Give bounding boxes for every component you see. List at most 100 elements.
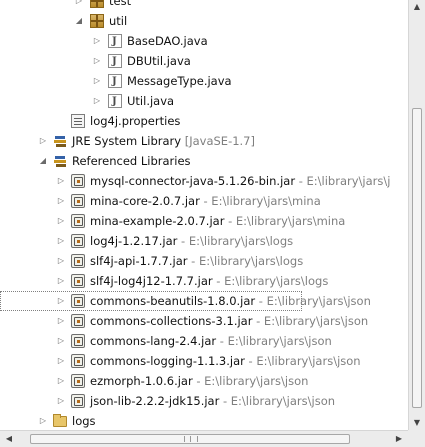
scroll-left-icon[interactable]: ◀ [2,431,16,447]
chevron-right-icon[interactable]: ▷ [91,91,103,111]
chevron-right-icon[interactable]: ▷ [55,231,67,251]
library-icon [53,134,67,148]
tree-item-jar[interactable]: ▷ commons-beanutils-1.8.0.jar - E:\librar… [0,291,371,311]
jar-icon [71,314,85,328]
tree-item-label: commons-collections-3.1.jar - E:\library… [90,311,368,331]
tree-item-label: ezmorph-1.0.6.jar - E:\library\jars\json [90,371,308,391]
jar-icon [71,334,85,348]
tree-item-label: mina-core-2.0.7.jar - E:\library\jars\mi… [90,191,321,211]
jre-label: JRE System Library [72,134,182,148]
jar-name: mina-core-2.0.7.jar [90,194,200,208]
jar-path: - E:\library\jars\logs [212,274,329,288]
jar-name: mina-example-2.0.7.jar [90,214,225,228]
chevron-right-icon[interactable]: ▷ [91,51,103,71]
jar-path: - E:\library\jars\json [216,334,332,348]
jar-name: json-lib-2.2.2-jdk15.jar [90,394,220,408]
package-icon [90,0,104,8]
tree-item-label: MessageType.java [127,74,232,88]
jar-icon [71,374,85,388]
jar-path: - E:\library\jars\mina [199,194,321,208]
chevron-right-icon[interactable]: ▷ [55,391,67,411]
tree-item-label: json-lib-2.2.2-jdk15.jar - E:\library\ja… [90,391,335,411]
jar-icon [71,174,85,188]
chevron-right-icon[interactable]: ▷ [55,291,67,311]
properties-file-icon [71,114,85,128]
tree-item-label: util [109,14,128,28]
tree-item-label: mina-example-2.0.7.jar - E:\library\jars… [90,211,345,231]
library-icon [53,154,67,168]
jar-icon [71,274,85,288]
tree-item-label: slf4j-api-1.7.7.jar - E:\library\jars\lo… [90,251,303,271]
chevron-right-icon[interactable]: ▷ [37,131,49,151]
chevron-right-icon[interactable]: ▷ [55,311,67,331]
jar-path: - E:\library\jars\json [219,394,336,408]
jar-name: slf4j-log4j12-1.7.7.jar [90,274,213,288]
vertical-scrollbar[interactable]: ▲ ▼ [408,0,425,430]
jar-path: - E:\library\jars\j [295,174,391,188]
jar-path: - E:\library\jars\json [252,314,369,328]
jar-name: slf4j-api-1.7.7.jar [90,254,188,268]
chevron-right-icon[interactable]: ▷ [55,211,67,231]
chevron-down-icon[interactable]: ◢ [37,151,49,171]
chevron-right-icon[interactable]: ▷ [37,411,49,429]
tree-item-label: Util.java [127,94,175,108]
tree-item-label: log4j-1.2.17.jar - E:\library\jars\logs [90,231,293,251]
tree-item-label: DBUtil.java [127,54,191,68]
jar-icon [71,194,85,208]
chevron-right-icon[interactable]: ▷ [73,0,85,11]
java-file-icon: J [108,74,122,88]
jar-path: - E:\library\jars\mina [224,214,346,228]
chevron-right-icon[interactable]: ▷ [55,251,67,271]
java-file-icon: J [108,54,122,68]
chevron-right-icon[interactable]: ▷ [55,171,67,191]
chevron-down-icon[interactable]: ◢ [73,11,85,31]
tree-item-label: log4j.properties [90,114,181,128]
jar-path: - E:\library\jars\json [244,354,361,368]
scroll-down-icon[interactable]: ▼ [409,416,425,430]
scrollbar-corner [408,430,425,447]
chevron-right-icon[interactable]: ▷ [91,31,103,51]
chevron-right-icon[interactable]: ▷ [91,71,103,91]
horizontal-scroll-thumb[interactable] [30,434,350,444]
jre-version: [JavaSE-1.7] [184,134,255,148]
tree-item-label: commons-lang-2.4.jar - E:\library\jars\j… [90,331,332,351]
tree-item-label: test [109,0,132,8]
jar-icon [71,394,85,408]
java-file-icon: J [108,34,122,48]
jar-path: - E:\library\jars\json [192,374,309,388]
tree-item-label: mysql-connector-java-5.1.26-bin.jar - E:… [90,171,390,191]
jar-name: commons-collections-3.1.jar [90,314,253,328]
jar-path: - E:\library\jars\json [255,294,371,308]
jar-name: commons-lang-2.4.jar [90,334,217,348]
jar-icon [71,294,85,308]
jar-icon [71,234,85,248]
tree-item-label: JRE System Library [JavaSE-1.7] [72,131,255,151]
tree-item-label: logs [72,414,96,428]
scroll-right-icon[interactable]: ▶ [392,431,406,447]
tree-item-label: BaseDAO.java [127,34,208,48]
scroll-up-icon[interactable]: ▲ [409,0,425,14]
jar-icon [71,214,85,228]
chevron-right-icon[interactable]: ▷ [55,351,67,371]
tree-item-label: commons-beanutils-1.8.0.jar - E:\library… [90,291,371,311]
jar-name: commons-beanutils-1.8.0.jar [90,294,256,308]
package-icon [90,14,104,28]
grip-icon [184,436,198,442]
chevron-right-icon[interactable]: ▷ [55,271,67,291]
jar-name: ezmorph-1.0.6.jar [90,374,193,388]
chevron-right-icon[interactable]: ▷ [55,191,67,211]
jar-icon [71,354,85,368]
tree-item-label: slf4j-log4j12-1.7.7.jar - E:\library\jar… [90,271,328,291]
folder-icon [53,414,67,427]
vertical-scroll-thumb[interactable] [412,108,422,408]
jar-icon [71,254,85,268]
jar-name: log4j-1.2.17.jar [90,234,178,248]
jar-path: - E:\library\jars\logs [177,234,294,248]
chevron-right-icon[interactable]: ▷ [55,331,67,351]
jar-name: mysql-connector-java-5.1.26-bin.jar [90,174,296,188]
tree-item-label: commons-logging-1.1.3.jar - E:\library\j… [90,351,361,371]
horizontal-scrollbar[interactable]: ◀ ▶ [0,430,408,447]
jar-path: - E:\library\jars\logs [187,254,304,268]
jar-name: commons-logging-1.1.3.jar [90,354,245,368]
chevron-right-icon[interactable]: ▷ [55,371,67,391]
